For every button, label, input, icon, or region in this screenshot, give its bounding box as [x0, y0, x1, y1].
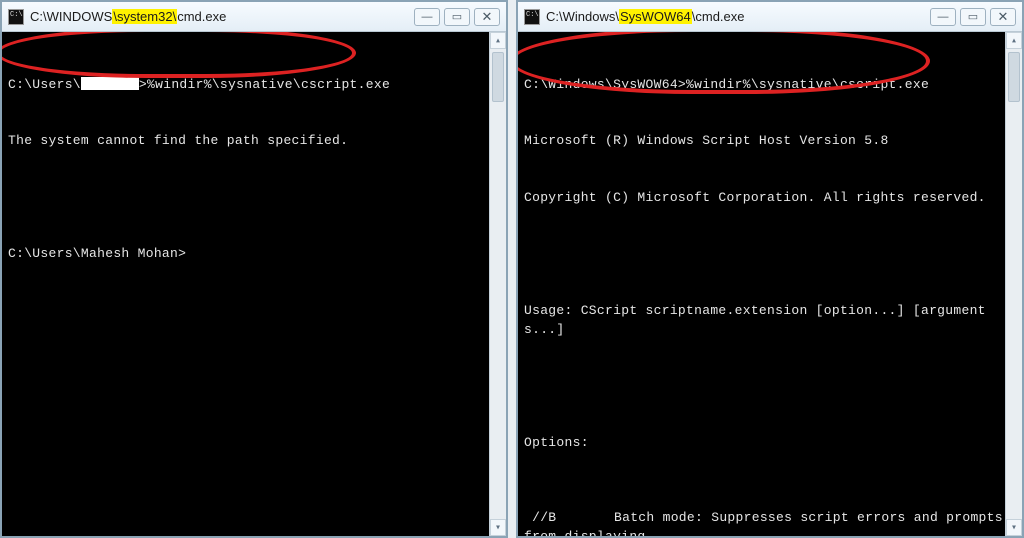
titlebar-left[interactable]: C:\WINDOWS\system32\cmd.exe — ▭ ✕: [2, 2, 506, 32]
version-line: Microsoft (R) Windows Script Host Versio…: [524, 132, 1016, 151]
title-suffix: cmd.exe: [177, 9, 226, 24]
error-line: The system cannot find the path specifie…: [8, 132, 500, 151]
window-controls-left: — ▭ ✕: [414, 8, 500, 26]
title-prefix: C:\WINDOWS: [30, 9, 112, 24]
maximize-button[interactable]: ▭: [444, 8, 470, 26]
scroll-up-icon[interactable]: ▴: [1006, 32, 1022, 49]
titlebar-right[interactable]: C:\Windows\SysWOW64\cmd.exe — ▭ ✕: [518, 2, 1022, 32]
title-highlight: SysWOW64: [619, 9, 692, 24]
opt-flag: //B: [524, 509, 614, 528]
cmd-line-1: C:\Users\ >%windir%\sysnative\cscript.exe: [8, 76, 500, 95]
options-header: Options:: [524, 434, 1016, 453]
title-prefix: C:\Windows\: [546, 9, 619, 24]
terminal-left[interactable]: C:\Users\ >%windir%\sysnative\cscript.exe…: [2, 32, 506, 536]
scrollbar-right[interactable]: ▴ ▾: [1005, 32, 1022, 536]
redacted-username: [81, 77, 139, 90]
cmd-icon: [524, 9, 540, 25]
cmd-window-syswow64: C:\Windows\SysWOW64\cmd.exe — ▭ ✕ C:\Win…: [516, 0, 1024, 538]
title-highlight: \system32\: [112, 9, 177, 24]
window-title-left: C:\WINDOWS\system32\cmd.exe: [30, 9, 226, 24]
scroll-thumb[interactable]: [1008, 52, 1020, 102]
minimize-button[interactable]: —: [930, 8, 956, 26]
usage-line: Usage: CScript scriptname.extension [opt…: [524, 302, 1016, 340]
close-button[interactable]: ✕: [474, 8, 500, 26]
minimize-button[interactable]: —: [414, 8, 440, 26]
prompt-2: C:\Users\Mahesh Mohan>: [8, 245, 500, 264]
terminal-right[interactable]: C:\Windows\SysWOW64>%windir%\sysnative\c…: [518, 32, 1022, 536]
prompt-path: C:\Users\: [8, 77, 81, 92]
copyright-line: Copyright (C) Microsoft Corporation. All…: [524, 189, 1016, 208]
close-button[interactable]: ✕: [990, 8, 1016, 26]
annotation-red-oval-left: [2, 32, 356, 78]
cmd-icon: [8, 9, 24, 25]
blank-line: [524, 245, 1016, 264]
maximize-button[interactable]: ▭: [960, 8, 986, 26]
cmd-line-r1: C:\Windows\SysWOW64>%windir%\sysnative\c…: [524, 76, 1016, 95]
command-text: >%windir%\sysnative\cscript.exe: [139, 77, 390, 92]
opt-b: //BBatch mode: Suppresses script errors …: [524, 509, 1016, 536]
scroll-down-icon[interactable]: ▾: [490, 519, 506, 536]
window-title-right: C:\Windows\SysWOW64\cmd.exe: [546, 9, 745, 24]
cmd-window-system32: C:\WINDOWS\system32\cmd.exe — ▭ ✕ C:\Use…: [0, 0, 508, 538]
scroll-down-icon[interactable]: ▾: [1006, 519, 1022, 536]
blank-line: [524, 377, 1016, 396]
scroll-up-icon[interactable]: ▴: [490, 32, 506, 49]
blank-line: [8, 189, 500, 208]
scroll-thumb[interactable]: [492, 52, 504, 102]
title-suffix: \cmd.exe: [692, 9, 745, 24]
scrollbar-left[interactable]: ▴ ▾: [489, 32, 506, 536]
window-controls-right: — ▭ ✕: [930, 8, 1016, 26]
